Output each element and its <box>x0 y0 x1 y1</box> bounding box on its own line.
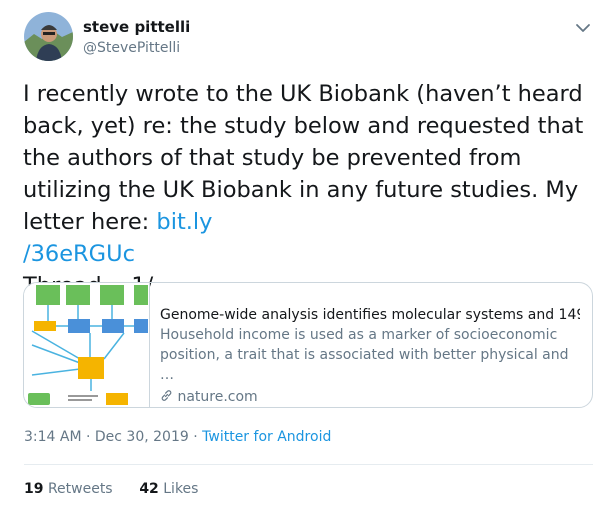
tweet-link-part2: /36eRGUc <box>23 241 135 267</box>
tweet-source[interactable]: Twitter for Android <box>202 429 331 445</box>
likes-count: 42 <box>139 481 159 497</box>
avatar[interactable] <box>24 12 73 61</box>
meta-separator: · <box>188 429 203 445</box>
likes-label: Likes <box>163 481 199 497</box>
avatar-photo <box>24 12 73 61</box>
user-handle[interactable]: @StevePittelli <box>83 40 180 56</box>
user-name[interactable]: steve pittelli <box>83 18 190 36</box>
divider <box>24 464 593 465</box>
tweet-text-main: I recently wrote to the UK Biobank (have… <box>23 81 584 235</box>
card-thumbnail <box>24 283 150 407</box>
link-icon <box>161 390 172 401</box>
card-domain: nature.com <box>177 389 258 405</box>
retweets-count: 19 <box>24 481 44 497</box>
tweet-timestamp[interactable]: 3:14 AM · Dec 30, 2019 <box>24 429 189 445</box>
retweets-label: Retweets <box>47 481 113 497</box>
tweet-link-part1: bit.ly <box>156 209 213 235</box>
tweet-meta: 3:14 AM · Dec 30, 2019 · Twitter for And… <box>24 429 331 445</box>
tweet-stats: 19 Retweets 42 Likes <box>24 481 198 497</box>
card-thumbnail-diagram <box>28 285 148 405</box>
tweet: steve pittelli @StevePittelli I recently… <box>0 0 609 512</box>
likes-stat[interactable]: 42 Likes <box>139 481 198 497</box>
link-card[interactable]: Genome-wide analysis identifies molecula… <box>23 282 593 408</box>
card-text: Genome-wide analysis identifies molecula… <box>160 305 580 407</box>
chevron-down-icon[interactable] <box>575 22 591 34</box>
card-description: Household income is used as a marker of … <box>160 327 569 383</box>
retweets-stat[interactable]: 19 Retweets <box>24 481 113 497</box>
tweet-text: I recently wrote to the UK Biobank (have… <box>23 78 598 302</box>
card-title: Genome-wide analysis identifies molecula… <box>160 307 580 323</box>
card-domain-row: nature.com <box>160 387 580 407</box>
